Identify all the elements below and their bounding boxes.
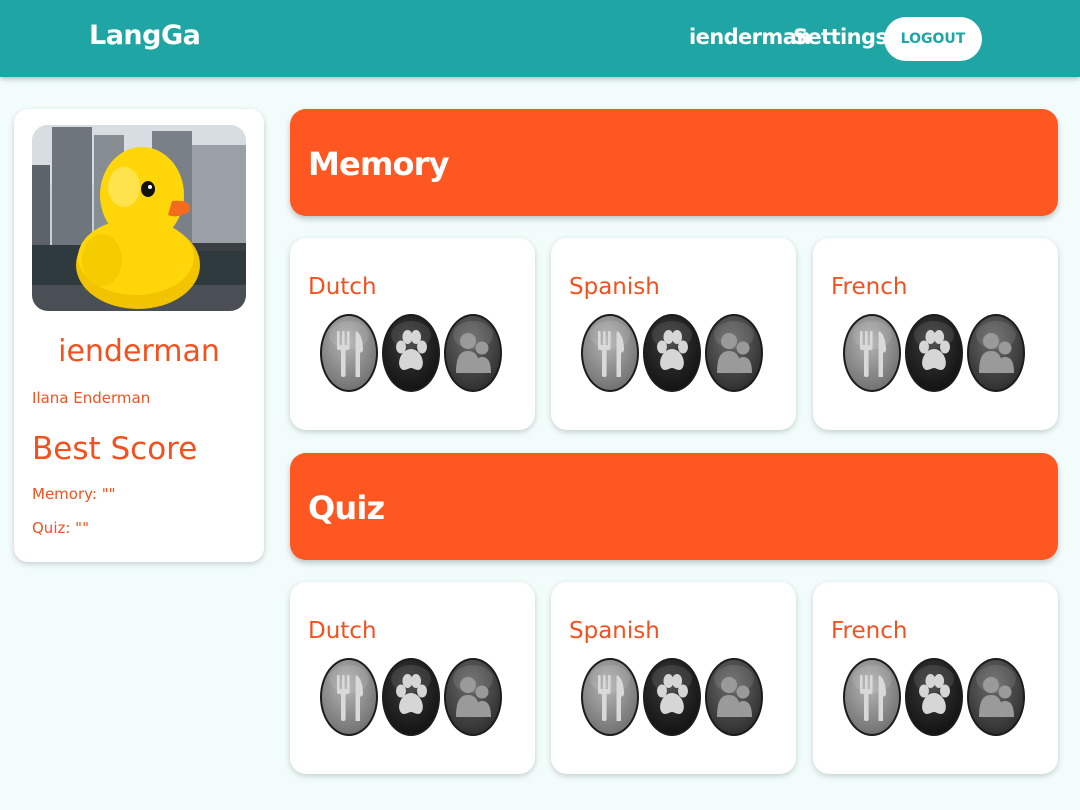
avatar (32, 125, 246, 311)
section-title: Memory (308, 145, 450, 183)
category-icons (319, 313, 509, 393)
category-icons (580, 657, 770, 737)
logout-button[interactable]: LOGOUT (884, 17, 982, 61)
memory-french-card: French (813, 238, 1058, 430)
profile-username: ienderman (58, 334, 220, 369)
language-name: Dutch (308, 274, 377, 300)
nav-settings-link[interactable]: Settings (793, 25, 888, 49)
quiz-dutch-card: Dutch (290, 582, 535, 774)
best-score-heading: Best Score (32, 431, 198, 467)
paw-icon[interactable] (381, 657, 441, 737)
paw-icon[interactable] (904, 657, 964, 737)
quiz-spanish-card: Spanish (551, 582, 796, 774)
language-name: French (831, 618, 908, 644)
profile-full-name: Ilana Enderman (32, 389, 151, 407)
people-icon[interactable] (966, 657, 1026, 737)
cutlery-icon[interactable] (319, 313, 379, 393)
people-icon[interactable] (443, 657, 503, 737)
paw-icon[interactable] (381, 313, 441, 393)
memory-section-banner: Memory (290, 109, 1058, 216)
top-navbar: LangGa ienderman Settings LOGOUT (0, 0, 1080, 77)
cutlery-icon[interactable] (842, 313, 902, 393)
quiz-french-card: French (813, 582, 1058, 774)
people-icon[interactable] (704, 657, 764, 737)
paw-icon[interactable] (904, 313, 964, 393)
language-name: Spanish (569, 618, 660, 644)
category-icons (842, 313, 1032, 393)
memory-best-score: Memory: "" (32, 485, 116, 503)
profile-card: ienderman Ilana Enderman Best Score Memo… (14, 109, 264, 562)
memory-spanish-card: Spanish (551, 238, 796, 430)
cutlery-icon[interactable] (580, 657, 640, 737)
paw-icon[interactable] (642, 657, 702, 737)
people-icon[interactable] (443, 313, 503, 393)
category-icons (319, 657, 509, 737)
people-icon[interactable] (966, 313, 1026, 393)
language-name: Spanish (569, 274, 660, 300)
language-name: Dutch (308, 618, 377, 644)
category-icons (842, 657, 1032, 737)
paw-icon[interactable] (642, 313, 702, 393)
quiz-best-score: Quiz: "" (32, 519, 89, 537)
memory-dutch-card: Dutch (290, 238, 535, 430)
people-icon[interactable] (704, 313, 764, 393)
cutlery-icon[interactable] (580, 313, 640, 393)
cutlery-icon[interactable] (842, 657, 902, 737)
section-title: Quiz (308, 489, 385, 527)
quiz-section-banner: Quiz (290, 453, 1058, 560)
cutlery-icon[interactable] (319, 657, 379, 737)
brand-logo[interactable]: LangGa (89, 20, 201, 51)
category-icons (580, 313, 770, 393)
language-name: French (831, 274, 908, 300)
